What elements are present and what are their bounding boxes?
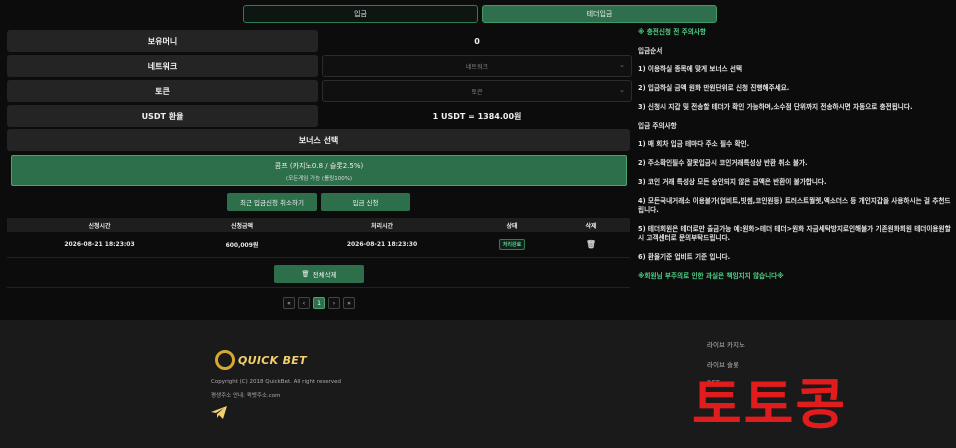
bonus-option-title: 콤프 (카지노0.8 / 슬롯2.5%) — [274, 162, 364, 170]
caution-5: 5) 테더회원은 테더로만 출금가능 예:원화>테더 테더>원화 자금세탁방지로… — [638, 225, 951, 242]
col-amount: 신청금액 — [230, 222, 254, 230]
status-badge: 처리완료 — [498, 239, 526, 250]
copyright-text: Copyright (C) 2018 QuickBet. All right r… — [211, 379, 342, 385]
page-first-button[interactable]: « — [283, 297, 295, 309]
network-select[interactable]: 네트워크 ⌄ — [322, 55, 632, 77]
balance-value: 0 — [474, 36, 480, 46]
logo-q-icon — [215, 350, 235, 370]
rate-label: USDT 환율 — [7, 105, 318, 127]
table-header: 신청시간 신청금액 처리시간 상태 삭제 — [7, 218, 630, 232]
telegram-icon[interactable] — [211, 404, 227, 423]
cancel-recent-deposit-button[interactable]: 최근 입금신청 취소하기 — [227, 193, 317, 211]
quickbet-logo[interactable]: QUICK BET — [215, 350, 307, 370]
cell-amount: 600,009원 — [225, 242, 259, 249]
cell-processed: 2026-08-21 18:23:30 — [346, 241, 418, 248]
caution-1: 1) 매 회차 입금 테마다 주소 필수 확인. — [638, 140, 750, 148]
network-label: 네트워크 — [7, 55, 318, 77]
deposit-tabs: 입금 테더입금 — [243, 5, 717, 23]
cell-requested: 2026-08-21 18:23:03 — [64, 241, 135, 248]
token-label: 토큰 — [7, 80, 318, 102]
col-processed: 처리시간 — [370, 222, 394, 230]
order-step-3: 3) 신청시 지갑 및 전송할 테더가 확인 가능하며,소수점 단위까지 전송하… — [638, 103, 913, 111]
caution-6: 6) 환율기준 업비트 기준 입니다. — [638, 253, 731, 261]
bonus-header: 보너스 선택 — [7, 129, 630, 151]
network-row: 네트워크 네트워크 ⌄ — [7, 55, 632, 77]
caution-2: 2) 주소확인필수 잘못입금시 코인거래특성상 반환 취소 불가. — [638, 159, 808, 167]
rate-row: USDT 환율 1 USDT = 1384.00원 — [7, 105, 632, 127]
deposit-form: 보유머니 0 네트워크 네트워크 ⌄ 토큰 토큰 ⌄ USDT 환율 1 USD… — [7, 30, 632, 130]
tab-tether-deposit[interactable]: 테더입금 — [482, 5, 717, 23]
pagination: « ‹ 1 › » — [283, 297, 355, 309]
token-select-value: 토큰 — [471, 88, 483, 96]
bonus-option-sub: (모든게임 가능 (롤링100%) — [285, 176, 353, 182]
deposit-notes: ※ 충전신청 전 주의사항 입금순서 1) 이용하실 종목에 맞게 보너스 선택… — [638, 28, 956, 291]
balance-row: 보유머니 0 — [7, 30, 632, 52]
cell-status: 처리완료 — [472, 239, 552, 250]
page-next-button[interactable]: › — [328, 297, 340, 309]
col-requested: 신청시간 — [88, 222, 111, 230]
chevron-down-icon: ⌄ — [619, 61, 625, 69]
warning-note: ※회원님 부주의로 인한 과실은 책임지지 않습니다※ — [638, 272, 784, 280]
table-row: 2026-08-21 18:23:03 600,009원 2026-08-21 … — [7, 232, 630, 258]
address-text: 평생주소 안내: 퀵벳주소.com — [211, 393, 281, 399]
logo-text: QUICK BET — [238, 353, 307, 367]
order-step-2: 2) 입금하실 금액 원화 만원단위로 신청 진행해주세요. — [638, 84, 790, 92]
trash-icon: 🗑 — [301, 270, 310, 278]
watermark-text: 토토콩 — [692, 373, 848, 436]
trash-icon[interactable]: 🗑 — [586, 240, 596, 249]
col-status: 상태 — [506, 222, 518, 230]
notes-title: ※ 충전신청 전 주의사항 — [638, 28, 706, 36]
deposit-history-table: 신청시간 신청금액 처리시간 상태 삭제 2026-08-21 18:23:03… — [7, 218, 630, 258]
cell-delete: 🗑 — [552, 240, 630, 249]
caution-3: 3) 코인 거래 특성상 모든 승인되지 않은 금액은 반환이 불가합니다. — [638, 178, 827, 186]
delete-all-label: 전체삭제 — [312, 271, 337, 279]
chevron-down-icon: ⌄ — [619, 86, 625, 94]
balance-label: 보유머니 — [7, 30, 318, 52]
token-select[interactable]: 토큰 ⌄ — [322, 80, 632, 102]
page-current[interactable]: 1 — [313, 297, 325, 309]
col-delete: 삭제 — [585, 222, 597, 230]
order-step-1: 1) 이용하실 종목에 맞게 보너스 선택 — [638, 65, 743, 73]
network-select-value: 네트워크 — [465, 63, 489, 71]
delete-all-button[interactable]: 🗑 전체삭제 — [274, 265, 364, 283]
token-row: 토큰 토큰 ⌄ — [7, 80, 632, 102]
page-prev-button[interactable]: ‹ — [298, 297, 310, 309]
apply-deposit-button[interactable]: 입금 신청 — [321, 193, 410, 211]
footer-link-live-casino[interactable]: 라이브 카지노 — [707, 339, 745, 349]
bonus-option-comp[interactable]: 콤프 (카지노0.8 / 슬롯2.5%) (모든게임 가능 (롤링100%) — [11, 155, 627, 186]
caution-4: 4) 모든국내거래소 이용불가(업비트,빗썸,코인원등) 트러스트월렛,엑소더스… — [638, 197, 951, 214]
page-last-button[interactable]: » — [343, 297, 355, 309]
rate-value: 1 USDT = 1384.00원 — [432, 111, 522, 121]
divider — [7, 287, 630, 288]
order-heading: 입금순서 — [638, 47, 663, 55]
caution-heading: 입금 주의사항 — [638, 122, 677, 130]
tab-krw-deposit[interactable]: 입금 — [243, 5, 478, 23]
